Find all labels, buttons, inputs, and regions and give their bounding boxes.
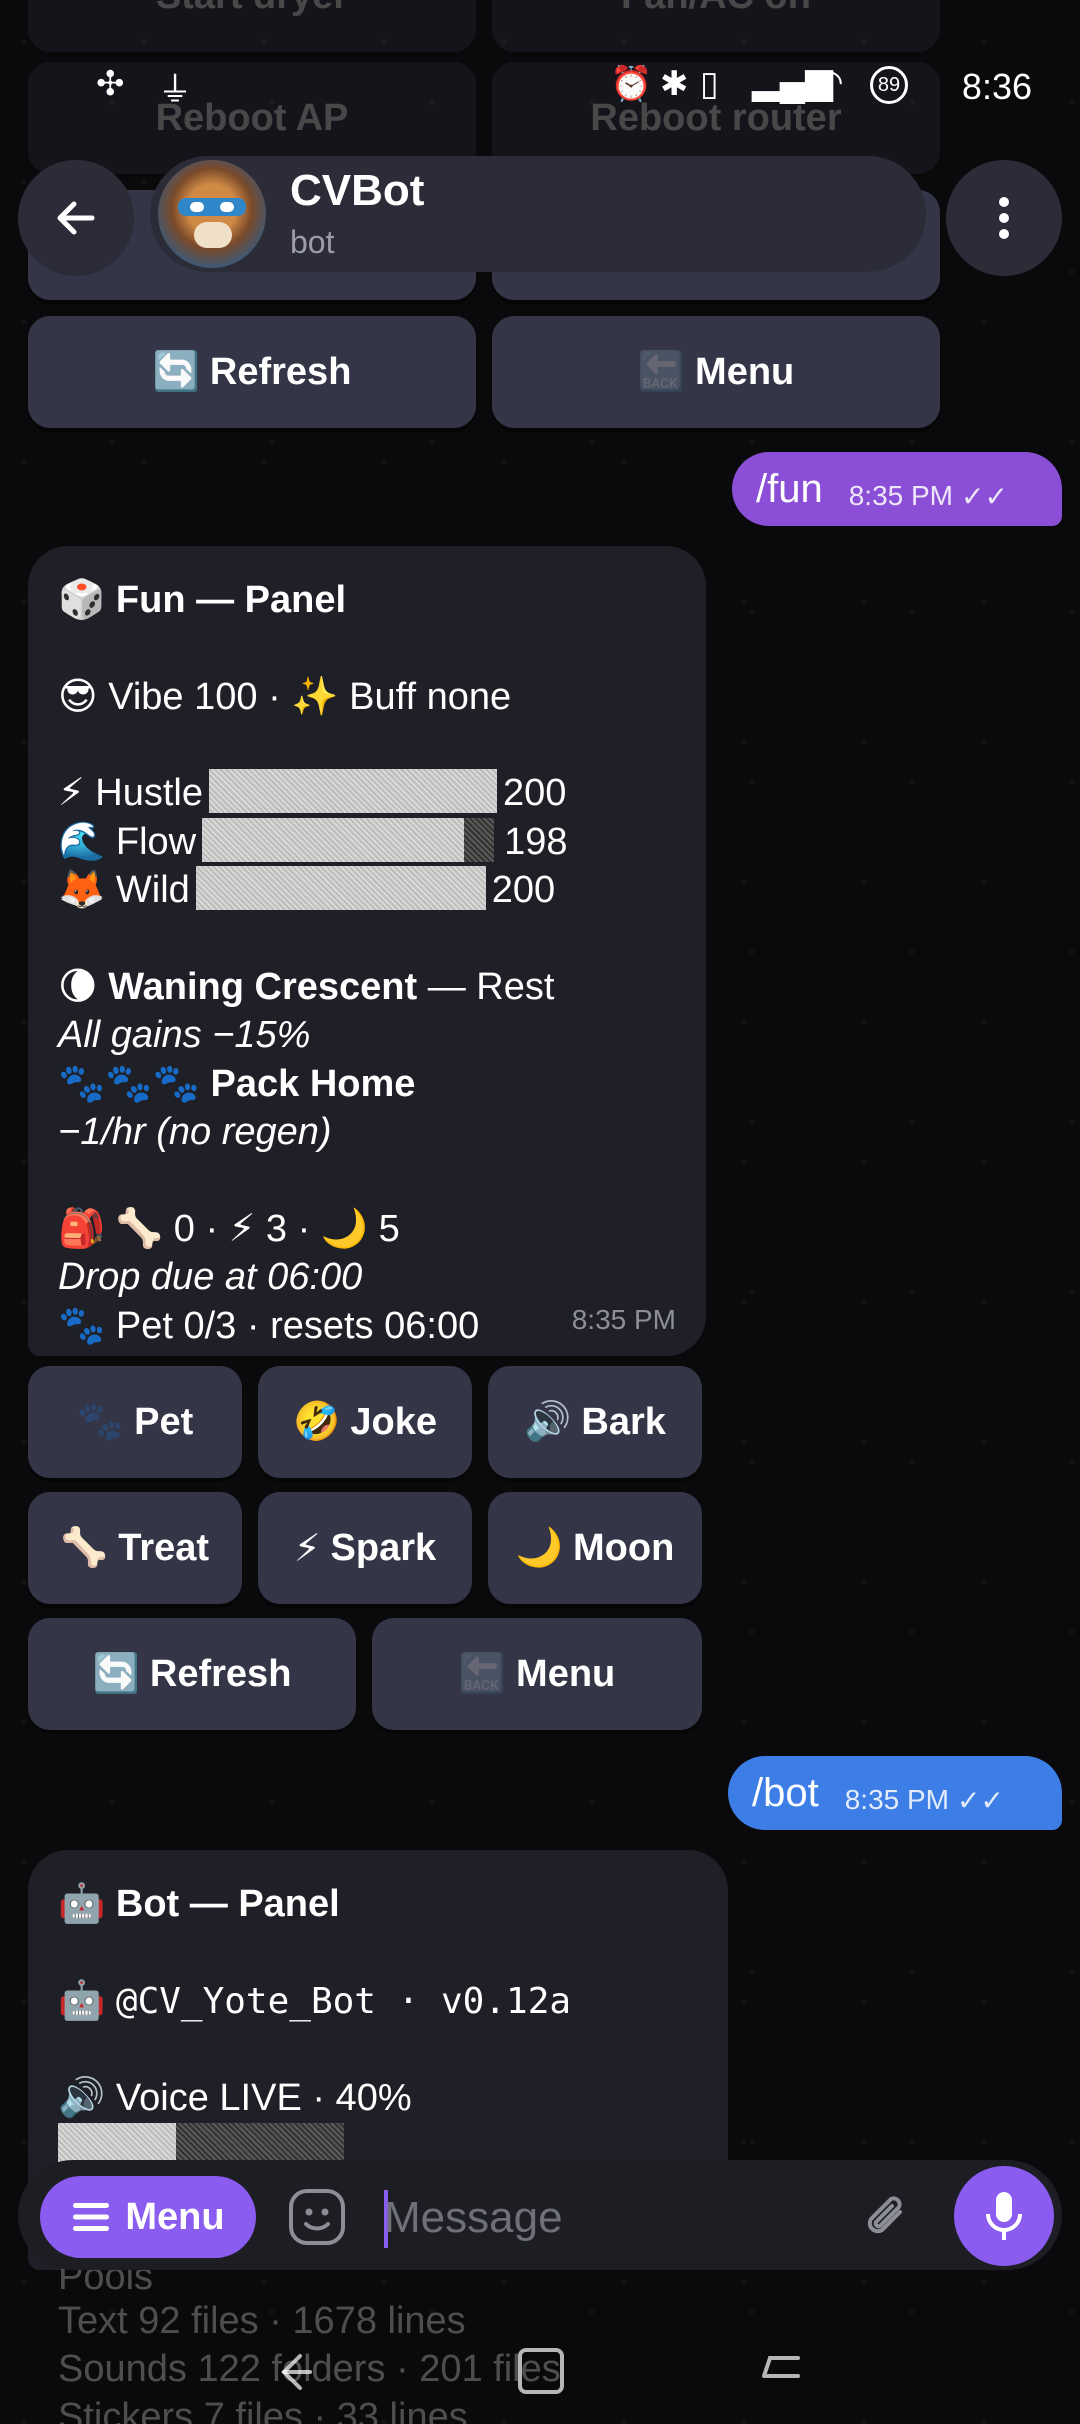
outgoing-message-fun[interactable]: /fun 8:35 PM ✓✓	[732, 452, 1062, 526]
speaker-icon: 🔊	[524, 1401, 572, 1443]
more-options-button[interactable]	[946, 160, 1062, 276]
fun-panel-message[interactable]: 🎲 Fun — Panel 😎 Vibe 100 · ✨ Buff none ⚡…	[28, 546, 706, 1356]
avatar[interactable]	[158, 160, 266, 268]
lightning-icon: ⚡	[293, 1527, 321, 1570]
system-back-icon[interactable]	[270, 2346, 320, 2396]
read-check-icon: ✓✓	[957, 1784, 1004, 1816]
sticker-icon[interactable]	[286, 2186, 348, 2248]
alarm-icon: ⏰	[610, 65, 653, 103]
fan-ac-button[interactable]: Fan/AC on	[492, 0, 940, 52]
joke-button[interactable]: 🤣 Joke	[258, 1366, 472, 1478]
attach-icon[interactable]	[856, 2188, 918, 2250]
wifi-icon: ◠	[814, 63, 844, 101]
bluetooth-icon: ✱	[660, 65, 689, 103]
start-dryer-button[interactable]: Start dryer	[28, 0, 476, 52]
system-recents-icon[interactable]	[756, 2346, 806, 2396]
wave-icon: 🌊	[58, 820, 106, 863]
panel-title: 🤖 Bot — Panel	[58, 1883, 340, 1925]
hustle-stat: ⚡ Hustle 200	[58, 769, 676, 818]
rofl-icon: 🤣	[293, 1401, 341, 1443]
panel-title: 🎲 Fun — Panel	[58, 579, 347, 621]
back-sign-icon: 🔙	[458, 1653, 507, 1695]
usb-icon: ⏚	[158, 71, 192, 109]
menu-button[interactable]: 🔙 Menu	[492, 316, 940, 428]
outgoing-message-bot[interactable]: /bot 8:35 PM ✓✓	[728, 1756, 1062, 1830]
crescent-moon-icon: 🌘	[58, 965, 98, 1008]
microphone-icon	[986, 2192, 1022, 2240]
chat-header[interactable]	[150, 156, 926, 272]
status-bar: ✣ ⏚ ⏰ ✱ ▯ ▂▄▆ ◠ 89 8:36	[0, 60, 1080, 120]
message-time: 8:35 PM	[571, 1303, 676, 1335]
refresh-button[interactable]: 🔄 Refresh	[28, 1618, 356, 1730]
pet-button[interactable]: 🐾 Pet	[28, 1366, 242, 1478]
bark-button[interactable]: 🔊 Bark	[488, 1366, 702, 1478]
status-time: 8:36	[961, 66, 1032, 107]
back-button[interactable]	[18, 160, 134, 276]
treat-button[interactable]: 🦴 Treat	[28, 1492, 242, 1604]
paw-icon: 🐾	[58, 1304, 106, 1347]
menu-button[interactable]: 🔙 Menu	[372, 1618, 702, 1730]
chat-title: CVBot	[290, 166, 425, 215]
back-sign-icon: 🔙	[637, 351, 686, 393]
moon-phase: 🌘 Waning Crescent — Rest	[58, 965, 555, 1008]
spark-button[interactable]: ⚡ Spark	[258, 1492, 472, 1604]
regen-rate: −1/hr (no regen)	[58, 1111, 332, 1153]
read-check-icon: ✓✓	[961, 480, 1008, 512]
message-time: 8:35 PM	[848, 480, 953, 511]
message-time: 8:35 PM	[844, 1784, 949, 1815]
bone-icon: 🦴	[60, 1527, 109, 1569]
refresh-icon: 🔄	[92, 1653, 140, 1695]
battery-icon: 89	[870, 66, 908, 104]
speaker-icon: 🔊	[58, 2077, 106, 2119]
vibrate-icon: ▯	[700, 65, 719, 103]
bot-menu-button[interactable]: Menu	[40, 2176, 256, 2258]
fox-icon: 🦊	[58, 869, 106, 911]
voice-status: 🔊 Voice LIVE · 40%	[58, 2077, 412, 2119]
robot-icon: 🤖	[58, 1979, 106, 2022]
backpack-icon: 🎒	[58, 1207, 106, 1250]
dice-icon: 🎲	[58, 579, 106, 621]
refresh-icon: 🔄	[152, 351, 200, 393]
message-input[interactable]	[384, 2180, 844, 2256]
chat-subtitle: bot	[290, 224, 335, 260]
system-home-icon[interactable]	[514, 2344, 568, 2398]
pack-status: 🐾🐾🐾 Pack Home	[58, 1062, 416, 1105]
pinwheel-icon: ✣	[96, 65, 125, 103]
system-nav-bar	[0, 2320, 1080, 2424]
paws-icon: 🐾🐾🐾	[58, 1062, 200, 1105]
robot-icon: 🤖	[58, 1883, 106, 1925]
paw-icon: 🐾	[76, 1401, 125, 1443]
refresh-button[interactable]: 🔄 Refresh	[28, 316, 476, 428]
voice-record-button[interactable]	[954, 2166, 1054, 2266]
crescent-moon-icon: 🌙	[515, 1527, 564, 1569]
wild-stat: 🦊 Wild 200	[58, 866, 676, 915]
moon-button[interactable]: 🌙 Moon	[488, 1492, 702, 1604]
flow-stat: 🌊 Flow 198	[58, 817, 676, 867]
vibe-line: 😎 Vibe 100 · ✨ Buff none	[58, 675, 512, 718]
inventory-line: 🎒 🦴 0 · ⚡ 3 · 🌙 5	[58, 1207, 400, 1250]
drop-due: Drop due at 06:00	[58, 1256, 363, 1298]
back-arrow-icon	[57, 201, 95, 235]
gains-modifier: All gains −15%	[58, 1014, 311, 1056]
bot-handle: 🤖 @CV_Yote_Bot · v0.12a	[58, 1979, 572, 2022]
hamburger-icon	[73, 2203, 110, 2231]
more-vert-icon	[999, 197, 1009, 239]
lightning-icon: ⚡	[58, 772, 85, 814]
sunglasses-icon: 😎	[58, 675, 98, 718]
